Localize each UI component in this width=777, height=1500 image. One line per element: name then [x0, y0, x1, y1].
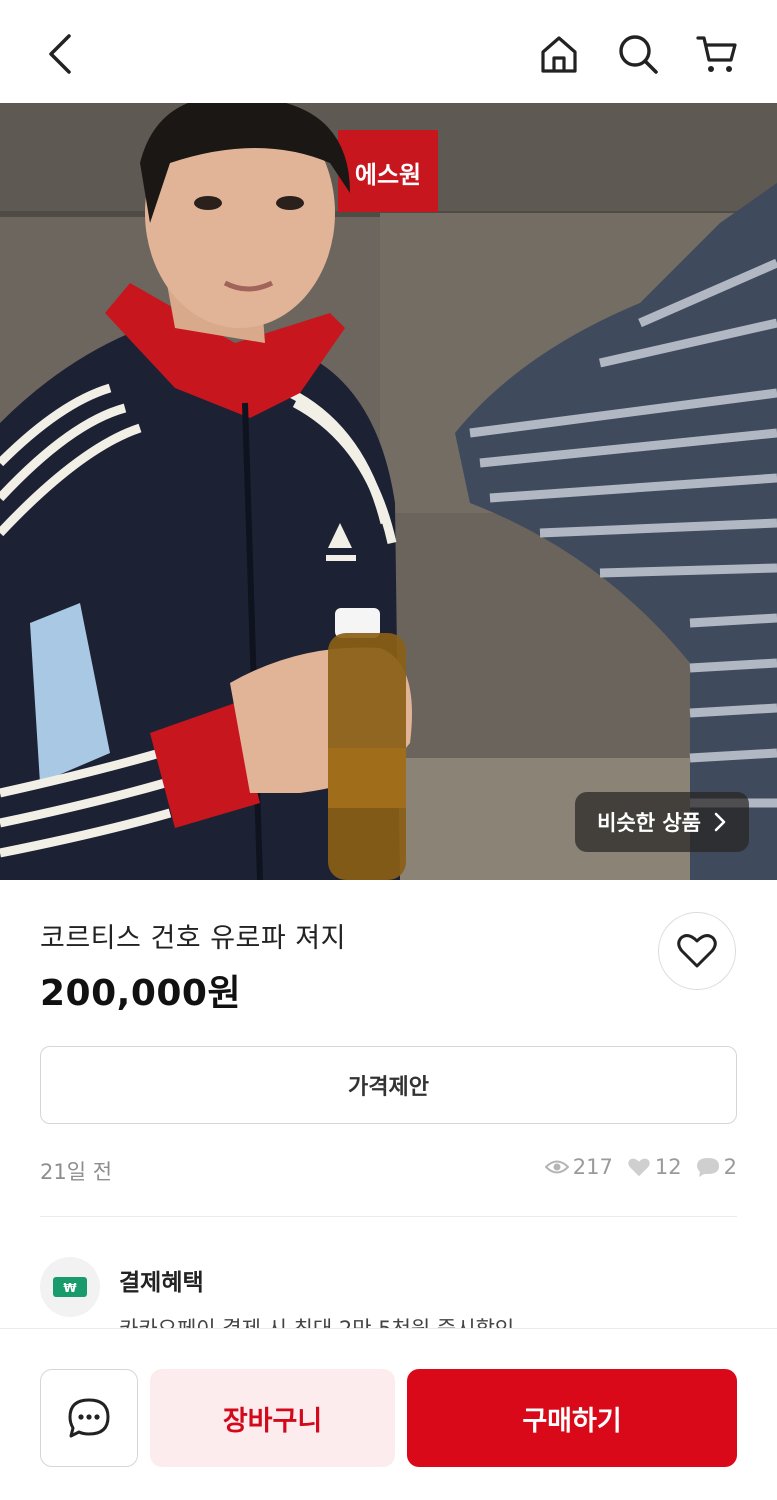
chevron-right-icon: [714, 812, 726, 832]
back-button[interactable]: [34, 28, 86, 80]
sign-text: 에스원: [355, 161, 421, 189]
won-card-icon: ₩: [53, 1277, 87, 1297]
likes-count: 12: [654, 1155, 682, 1179]
chat-icon: [68, 1398, 110, 1438]
home-icon: [541, 36, 577, 73]
favorite-button[interactable]: [658, 912, 736, 990]
price-offer-button[interactable]: 가격제안: [40, 1046, 737, 1124]
chats-stat: 2: [696, 1155, 737, 1179]
similar-products-label: 비슷한 상품: [597, 811, 701, 835]
heart-filled-icon: [628, 1158, 650, 1176]
home-button[interactable]: [533, 28, 585, 80]
posted-time: 21일 전: [40, 1160, 113, 1184]
similar-products-button[interactable]: 비슷한 상품: [575, 792, 749, 852]
buy-now-label: 구매하기: [522, 1405, 622, 1437]
eye-icon: [544, 1160, 569, 1174]
cart-icon: [696, 36, 737, 72]
buy-now-button[interactable]: 구매하기: [407, 1369, 737, 1467]
add-to-cart-label: 장바구니: [222, 1405, 323, 1437]
won-symbol: ₩: [63, 1281, 77, 1295]
payment-benefit-title: 결제혜택: [119, 1270, 204, 1296]
views-count: 217: [572, 1155, 613, 1179]
product-image: 에스원: [0, 103, 777, 880]
views-stat: 217: [544, 1155, 613, 1179]
chats-count: 2: [723, 1155, 737, 1179]
payment-benefit-icon: ₩: [40, 1257, 100, 1317]
chevron-left-icon: [49, 34, 71, 74]
top-nav-bar: [0, 0, 777, 103]
likes-stat: 12: [627, 1155, 682, 1179]
bottom-action-bar: 장바구니 구매하기: [0, 1328, 777, 1500]
chat-bubble-icon: [696, 1158, 719, 1177]
price-offer-label: 가격제안: [348, 1075, 429, 1100]
add-to-cart-button[interactable]: 장바구니: [150, 1369, 395, 1467]
cart-button[interactable]: [691, 28, 743, 80]
search-button[interactable]: [612, 28, 664, 80]
section-divider: [40, 1216, 737, 1217]
heart-icon: [677, 934, 717, 968]
product-stats: 217 12 2: [544, 1155, 737, 1179]
search-icon: [619, 35, 658, 74]
chat-button[interactable]: [40, 1369, 138, 1467]
product-title: 코르티스 건호 유로파 져지: [40, 923, 346, 954]
product-price: 200,000원: [40, 973, 242, 1014]
product-photo[interactable]: 에스원 비슷한 상품: [0, 103, 777, 880]
